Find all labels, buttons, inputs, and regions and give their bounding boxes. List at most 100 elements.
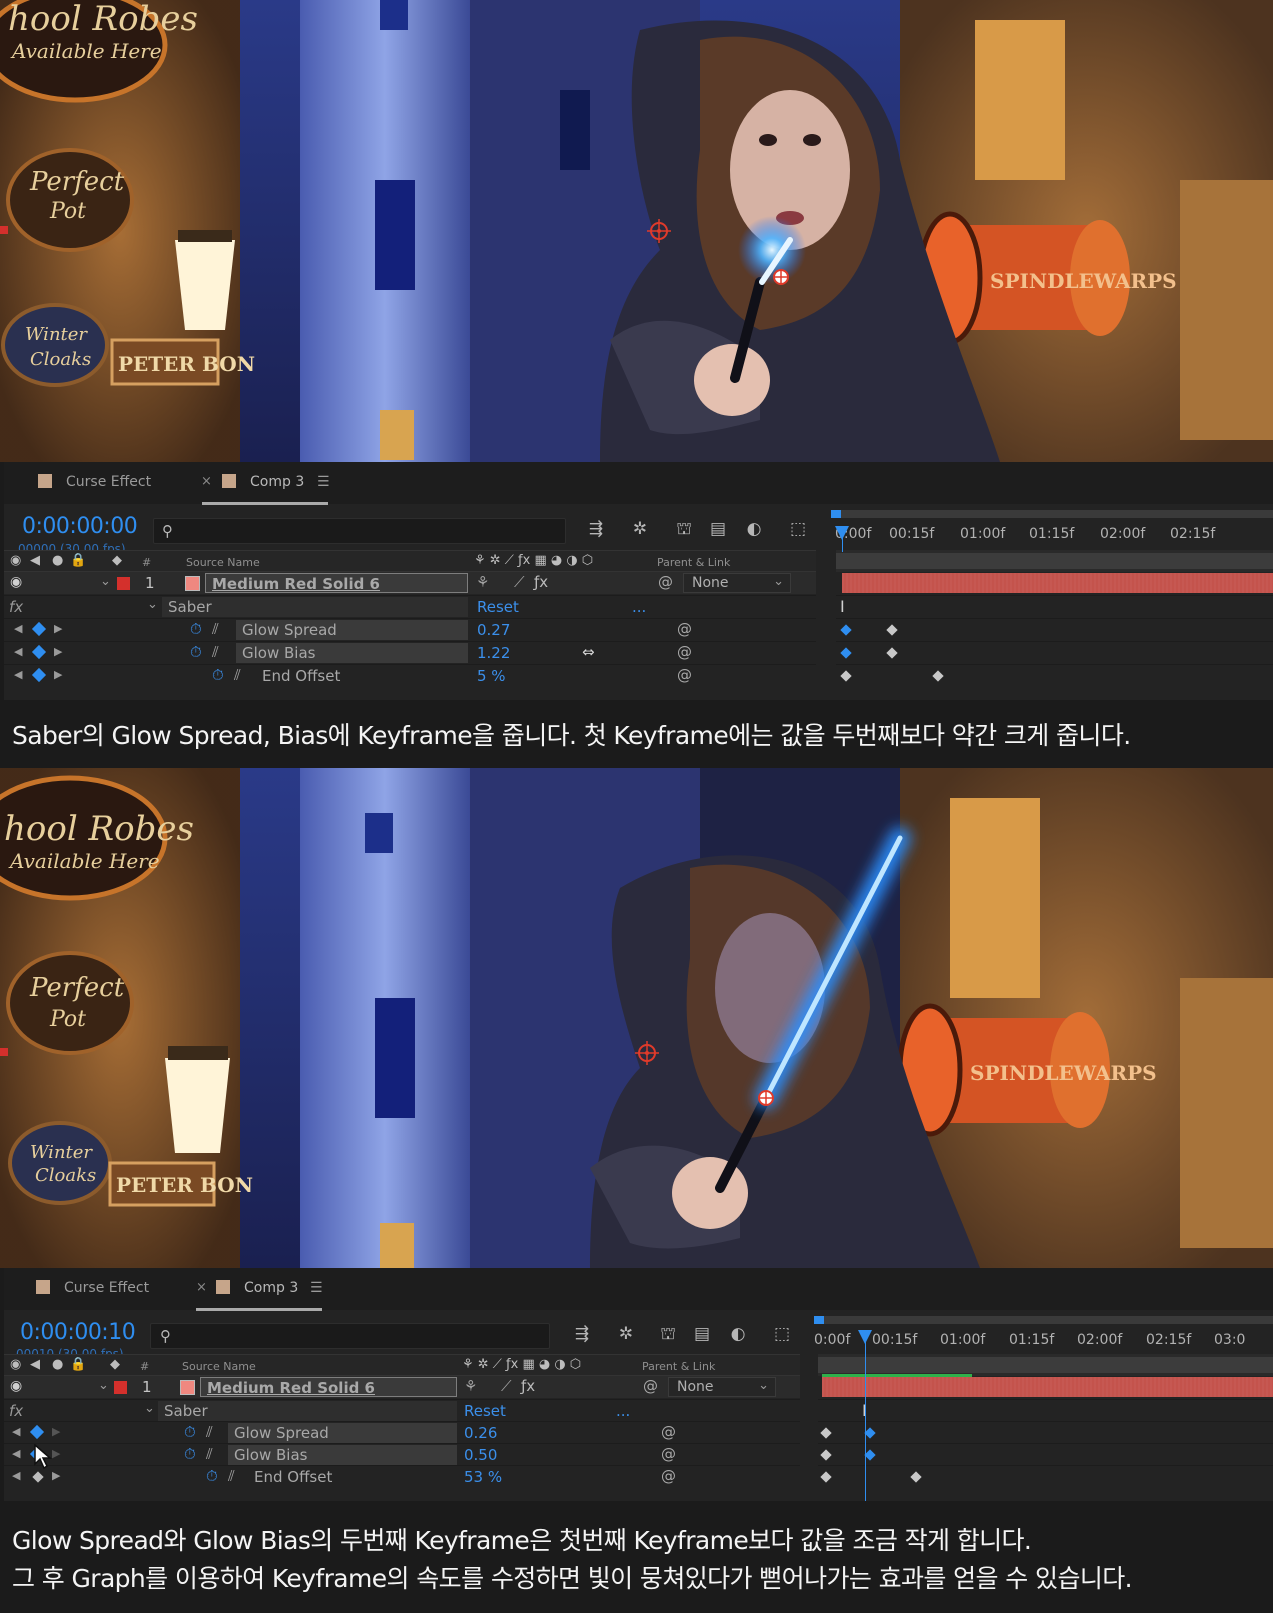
- composition-flowchart-icon[interactable]: ⇶: [584, 519, 608, 539]
- property-value[interactable]: 5 %: [477, 667, 506, 685]
- source-name-header[interactable]: Source Name: [182, 1360, 256, 1373]
- effect-row[interactable]: fx ⌄ Saber Reset ...: [4, 1399, 800, 1421]
- panel-menu-icon[interactable]: ☰: [310, 1280, 323, 1296]
- add-keyframe-icon[interactable]: [32, 1471, 44, 1483]
- layer-row[interactable]: ◉ ⌄ 1 Medium Red Solid 6 ⚘ ⟋ ƒx @ None ⌄: [4, 1376, 800, 1398]
- effect-options-link[interactable]: ...: [632, 598, 646, 616]
- graph-icon[interactable]: ⫽: [212, 620, 219, 638]
- work-area[interactable]: [818, 1357, 1273, 1373]
- composition-flowchart-icon[interactable]: ⇶: [570, 1324, 594, 1344]
- current-time-display[interactable]: 0:00:00:10: [20, 1320, 136, 1345]
- stopwatch-icon[interactable]: ⏱: [184, 1445, 196, 1463]
- stopwatch-icon[interactable]: ⏱: [190, 620, 202, 638]
- parent-link-header[interactable]: Parent & Link: [642, 1360, 715, 1373]
- composition-viewer-bottom[interactable]: hool Robes Available Here Perfect Pot Wi…: [0, 768, 1273, 1268]
- visibility-eye-icon[interactable]: ◉: [10, 1378, 22, 1394]
- next-keyframe-arrow[interactable]: ▶: [52, 1469, 60, 1482]
- keyframe[interactable]: [864, 1427, 876, 1439]
- chevron-down-icon[interactable]: ⌄: [144, 1401, 155, 1416]
- composition-viewer-top[interactable]: hool Robes Available Here Perfect Pot Wi…: [0, 0, 1273, 462]
- property-row-end-offset[interactable]: ◀ ▶ ⏱ ⫽ End Offset 5 % @: [4, 664, 816, 686]
- keyframe[interactable]: [820, 1471, 832, 1483]
- graph-editor-icon[interactable]: ⬚: [770, 1324, 794, 1344]
- property-row-end-offset[interactable]: ◀ ▶ ⏱ ⫽ End Offset 53 % @: [4, 1465, 800, 1487]
- parent-dropdown[interactable]: None ⌄: [683, 573, 791, 593]
- next-keyframe-arrow[interactable]: ▶: [54, 622, 62, 635]
- graph-icon[interactable]: ⫽: [228, 1467, 235, 1485]
- layer-search-input[interactable]: [150, 1323, 550, 1349]
- effect-reset-link[interactable]: Reset: [464, 1402, 506, 1420]
- effect-switch-icon[interactable]: ƒx: [534, 573, 548, 591]
- property-value[interactable]: 0.50: [464, 1446, 497, 1464]
- add-keyframe-icon[interactable]: [31, 667, 47, 683]
- effect-reset-link[interactable]: Reset: [477, 598, 519, 616]
- source-name-header[interactable]: Source Name: [186, 556, 260, 569]
- timeline-panel-bottom[interactable]: Curse Effect × Comp 3 ☰ 0:00:00:10 00010…: [4, 1268, 1273, 1501]
- frame-blending-icon[interactable]: ▤: [690, 1324, 714, 1344]
- shy-layers-icon[interactable]: ⛫: [672, 519, 696, 541]
- add-keyframe-icon[interactable]: [31, 644, 47, 660]
- layer-duration-bar[interactable]: [842, 573, 1273, 593]
- add-keyframe-icon[interactable]: [29, 1424, 45, 1440]
- draft-3d-icon[interactable]: ✲: [614, 1324, 638, 1344]
- effect-row[interactable]: fx ⌄ Saber Reset ...: [4, 595, 816, 617]
- stopwatch-icon[interactable]: ⏱: [212, 666, 224, 684]
- pick-whip-icon[interactable]: @: [661, 1423, 676, 1441]
- quality-switch-icon[interactable]: ⟋: [514, 573, 525, 591]
- prev-keyframe-arrow[interactable]: ◀: [12, 1469, 20, 1482]
- layer-label-color[interactable]: [114, 1381, 127, 1394]
- graph-icon[interactable]: ⫽: [206, 1423, 213, 1441]
- layer-duration-bar[interactable]: [822, 1377, 1273, 1397]
- property-value[interactable]: 0.27: [477, 621, 510, 639]
- property-value[interactable]: 1.22: [477, 644, 510, 662]
- pick-whip-icon[interactable]: @: [661, 1467, 676, 1485]
- prev-keyframe-arrow[interactable]: ◀: [14, 645, 22, 658]
- quality-switch-icon[interactable]: ⟋: [501, 1377, 512, 1395]
- add-keyframe-icon[interactable]: [31, 621, 47, 637]
- graph-icon[interactable]: ⫽: [206, 1445, 213, 1463]
- property-row-glow-bias[interactable]: ◀ ▶ ⏱ ⫽ Glow Bias 1.22 ⇔ @: [4, 641, 816, 663]
- graph-icon[interactable]: ⫽: [234, 666, 241, 684]
- keyframe[interactable]: [864, 1449, 876, 1461]
- graph-icon[interactable]: ⫽: [212, 643, 219, 661]
- shy-switch-icon[interactable]: ⚘: [464, 1377, 477, 1395]
- prev-keyframe-arrow[interactable]: ◀: [14, 622, 22, 635]
- motion-blur-icon[interactable]: ◐: [726, 1324, 750, 1344]
- pick-whip-icon[interactable]: @: [677, 666, 692, 684]
- prev-keyframe-arrow[interactable]: ◀: [12, 1447, 20, 1460]
- tab-curse-effect[interactable]: Curse Effect: [38, 474, 151, 494]
- keyframe[interactable]: [840, 670, 852, 682]
- keyframe[interactable]: [886, 647, 898, 659]
- work-area-bar[interactable]: [814, 1316, 1273, 1324]
- prev-keyframe-arrow[interactable]: ◀: [12, 1425, 20, 1438]
- next-keyframe-arrow[interactable]: ▶: [52, 1425, 60, 1438]
- saber-start-point-icon[interactable]: [758, 1090, 774, 1106]
- stopwatch-icon[interactable]: ⏱: [190, 643, 202, 661]
- next-keyframe-arrow[interactable]: ▶: [54, 668, 62, 681]
- saber-start-point-icon[interactable]: [773, 269, 789, 285]
- stopwatch-icon[interactable]: ⏱: [206, 1467, 218, 1485]
- layer-name-field[interactable]: Medium Red Solid 6: [200, 1377, 457, 1397]
- shy-switch-icon[interactable]: ⚘: [476, 573, 489, 591]
- keyframe[interactable]: [820, 1449, 832, 1461]
- current-time-display[interactable]: 0:00:00:00: [22, 514, 138, 539]
- chevron-down-icon[interactable]: ⌄: [98, 1378, 109, 1393]
- chevron-down-icon[interactable]: ⌄: [100, 574, 111, 589]
- layer-search-input[interactable]: [153, 518, 566, 544]
- layer-row[interactable]: ◉ ⌄ 1 Medium Red Solid 6 ⚘ ⟋ ƒx @ None ⌄: [4, 572, 816, 594]
- pick-whip-icon[interactable]: @: [661, 1445, 676, 1463]
- keyframe[interactable]: [820, 1427, 832, 1439]
- panel-menu-icon[interactable]: ☰: [317, 474, 330, 490]
- effect-options-link[interactable]: ...: [616, 1402, 630, 1420]
- pick-whip-icon[interactable]: @: [677, 643, 692, 661]
- property-value[interactable]: 0.26: [464, 1424, 497, 1442]
- tab-comp-3[interactable]: Comp 3: [222, 474, 304, 494]
- property-row-glow-bias[interactable]: ◀ ▶ ⏱ ⫽ Glow Bias 0.50 @: [4, 1443, 800, 1465]
- next-keyframe-arrow[interactable]: ▶: [52, 1447, 60, 1460]
- pick-whip-icon[interactable]: @: [658, 573, 673, 591]
- effect-name[interactable]: Saber: [158, 1401, 457, 1421]
- keyframe[interactable]: [886, 624, 898, 636]
- tab-comp-3[interactable]: Comp 3: [216, 1280, 298, 1300]
- frame-blending-icon[interactable]: ▤: [706, 519, 730, 539]
- effect-switch-icon[interactable]: ƒx: [521, 1377, 535, 1395]
